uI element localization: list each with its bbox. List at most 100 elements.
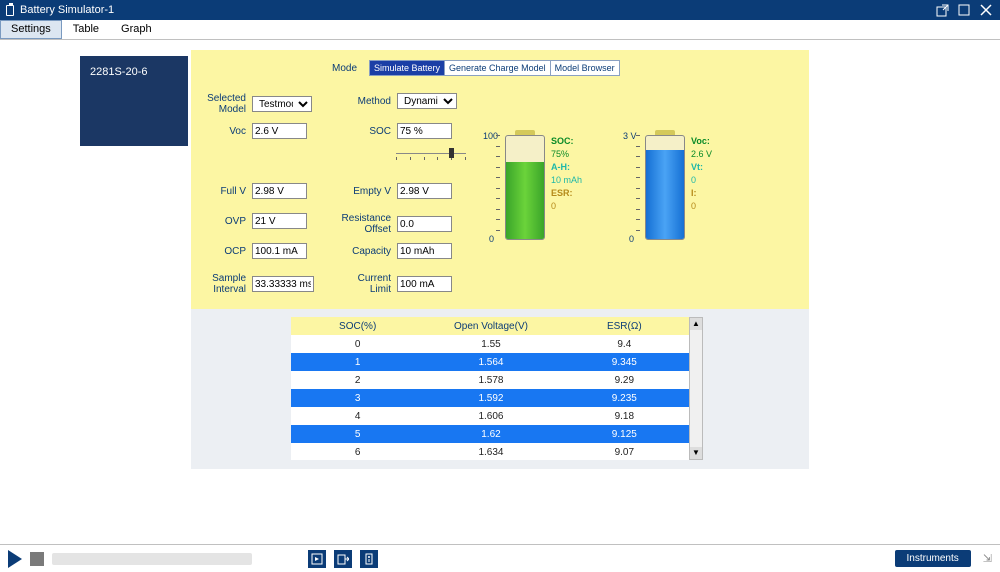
table-cell: 9.18 — [558, 411, 691, 422]
table-panel: SOC(%) Open Voltage(V) ESR(Ω) 01.559.411… — [191, 309, 809, 469]
mode-generate-button[interactable]: Generate Charge Model — [444, 61, 550, 75]
table-scrollbar[interactable]: ▲ ▼ — [689, 317, 703, 460]
sample-label: Sample Interval — [196, 273, 246, 295]
menu-bar: Settings Table Graph — [0, 20, 1000, 40]
export-button[interactable] — [334, 550, 352, 568]
table-cell: 6 — [291, 447, 424, 458]
table-cell: 1.592 — [424, 393, 557, 404]
table-cell: 2 — [291, 375, 424, 386]
i-readout-label: I: — [691, 187, 712, 200]
fullv-input[interactable] — [252, 183, 307, 199]
fullv-label: Full V — [196, 186, 246, 197]
window-title: Battery Simulator-1 — [20, 4, 114, 16]
vt-readout-value: 0 — [691, 174, 712, 187]
emptyv-label: Empty V — [341, 186, 391, 197]
progress-bar — [52, 553, 252, 565]
mode-label: Mode — [327, 63, 357, 74]
scroll-up-icon[interactable]: ▲ — [690, 318, 702, 330]
ah-readout-label: A-H: — [551, 161, 582, 174]
voc-readout-label: Voc: — [691, 135, 712, 148]
stop-button[interactable] — [30, 552, 44, 566]
tab-settings[interactable]: Settings — [0, 20, 62, 39]
table-row[interactable]: 01.559.4 — [291, 335, 691, 353]
currlim-label: Current Limit — [341, 273, 391, 295]
voc-readout-value: 2.6 V — [691, 148, 712, 161]
table-cell: 1.606 — [424, 411, 557, 422]
battery-soc-visual: 100 0 SOC: 75% A-H: 10 mAh ESR: 0 — [481, 135, 641, 255]
axis-bot: 0 — [629, 234, 634, 244]
soc-table: SOC(%) Open Voltage(V) ESR(Ω) 01.559.411… — [291, 317, 691, 460]
table-cell: 3 — [291, 393, 424, 404]
table-row[interactable]: 11.5649.345 — [291, 353, 691, 371]
table-row[interactable]: 41.6069.18 — [291, 407, 691, 425]
table-cell: 1.55 — [424, 339, 557, 350]
mode-browser-button[interactable]: Model Browser — [550, 61, 619, 75]
run-once-button[interactable] — [308, 550, 326, 568]
esr-readout-value: 0 — [551, 200, 582, 213]
tab-graph[interactable]: Graph — [110, 20, 163, 39]
table-cell: 4 — [291, 411, 424, 422]
table-cell: 9.125 — [558, 429, 691, 440]
emptyv-input[interactable] — [397, 183, 452, 199]
i-readout-value: 0 — [691, 200, 712, 213]
status-bar: Instruments ⇲ — [0, 544, 1000, 572]
instruments-button[interactable]: Instruments — [895, 550, 971, 567]
resoff-label: Resistance Offset — [341, 213, 391, 235]
table-cell: 5 — [291, 429, 424, 440]
soc-readout-value: 75% — [551, 148, 582, 161]
popout-icon[interactable] — [934, 2, 950, 18]
col-ov: Open Voltage(V) — [424, 321, 557, 332]
ocp-input[interactable] — [252, 243, 307, 259]
device-box: 2281S-20-6 — [80, 56, 188, 146]
selected-model-select[interactable]: Testmodel — [252, 96, 312, 112]
axis-bot: 0 — [489, 234, 494, 244]
table-cell: 9.29 — [558, 375, 691, 386]
scroll-down-icon[interactable]: ▼ — [690, 447, 702, 459]
col-esr: ESR(Ω) — [558, 321, 691, 332]
workspace: 2281S-20-6 Mode Simulate Battery Generat… — [0, 40, 1000, 544]
table-cell: 1.634 — [424, 447, 557, 458]
maximize-icon[interactable] — [956, 2, 972, 18]
sample-input[interactable] — [252, 276, 314, 292]
close-icon[interactable] — [978, 2, 994, 18]
table-cell: 9.345 — [558, 357, 691, 368]
capacity-label: Capacity — [341, 246, 391, 257]
pin-icon[interactable]: ⇲ — [983, 552, 992, 565]
table-row[interactable]: 31.5929.235 — [291, 389, 691, 407]
tab-table[interactable]: Table — [62, 20, 110, 39]
table-row[interactable]: 51.629.125 — [291, 425, 691, 443]
table-cell: 9.07 — [558, 447, 691, 458]
axis-top: 3 V — [623, 131, 637, 141]
play-button[interactable] — [8, 550, 22, 568]
table-cell: 1.564 — [424, 357, 557, 368]
vt-readout-label: Vt: — [691, 161, 712, 174]
resoff-input[interactable] — [397, 216, 452, 232]
table-row[interactable]: 61.6349.07 — [291, 443, 691, 460]
esr-readout-label: ESR: — [551, 187, 582, 200]
ovp-label: OVP — [196, 216, 246, 227]
table-row[interactable]: 21.5789.29 — [291, 371, 691, 389]
soc-label: SOC — [341, 126, 391, 137]
info-button[interactable] — [360, 550, 378, 568]
ah-readout-value: 10 mAh — [551, 174, 582, 187]
soc-readout-label: SOC: — [551, 135, 582, 148]
capacity-input[interactable] — [397, 243, 452, 259]
selected-model-label: Selected Model — [196, 93, 246, 115]
currlim-input[interactable] — [397, 276, 452, 292]
table-cell: 1.62 — [424, 429, 557, 440]
voc-label: Voc — [196, 126, 246, 137]
method-select[interactable]: Dynamic — [397, 93, 457, 109]
ocp-label: OCP — [196, 246, 246, 257]
ovp-input[interactable] — [252, 213, 307, 229]
title-bar: Battery Simulator-1 — [0, 0, 1000, 20]
soc-input[interactable] — [397, 123, 452, 139]
table-cell: 1.578 — [424, 375, 557, 386]
table-cell: 9.235 — [558, 393, 691, 404]
settings-panel: 2281S-20-6 Mode Simulate Battery Generat… — [191, 50, 809, 309]
soc-slider[interactable] — [396, 153, 466, 160]
col-soc: SOC(%) — [291, 321, 424, 332]
mode-simulate-button[interactable]: Simulate Battery — [370, 61, 444, 75]
battery-icon — [6, 5, 14, 16]
voc-input[interactable] — [252, 123, 307, 139]
table-cell: 1 — [291, 357, 424, 368]
